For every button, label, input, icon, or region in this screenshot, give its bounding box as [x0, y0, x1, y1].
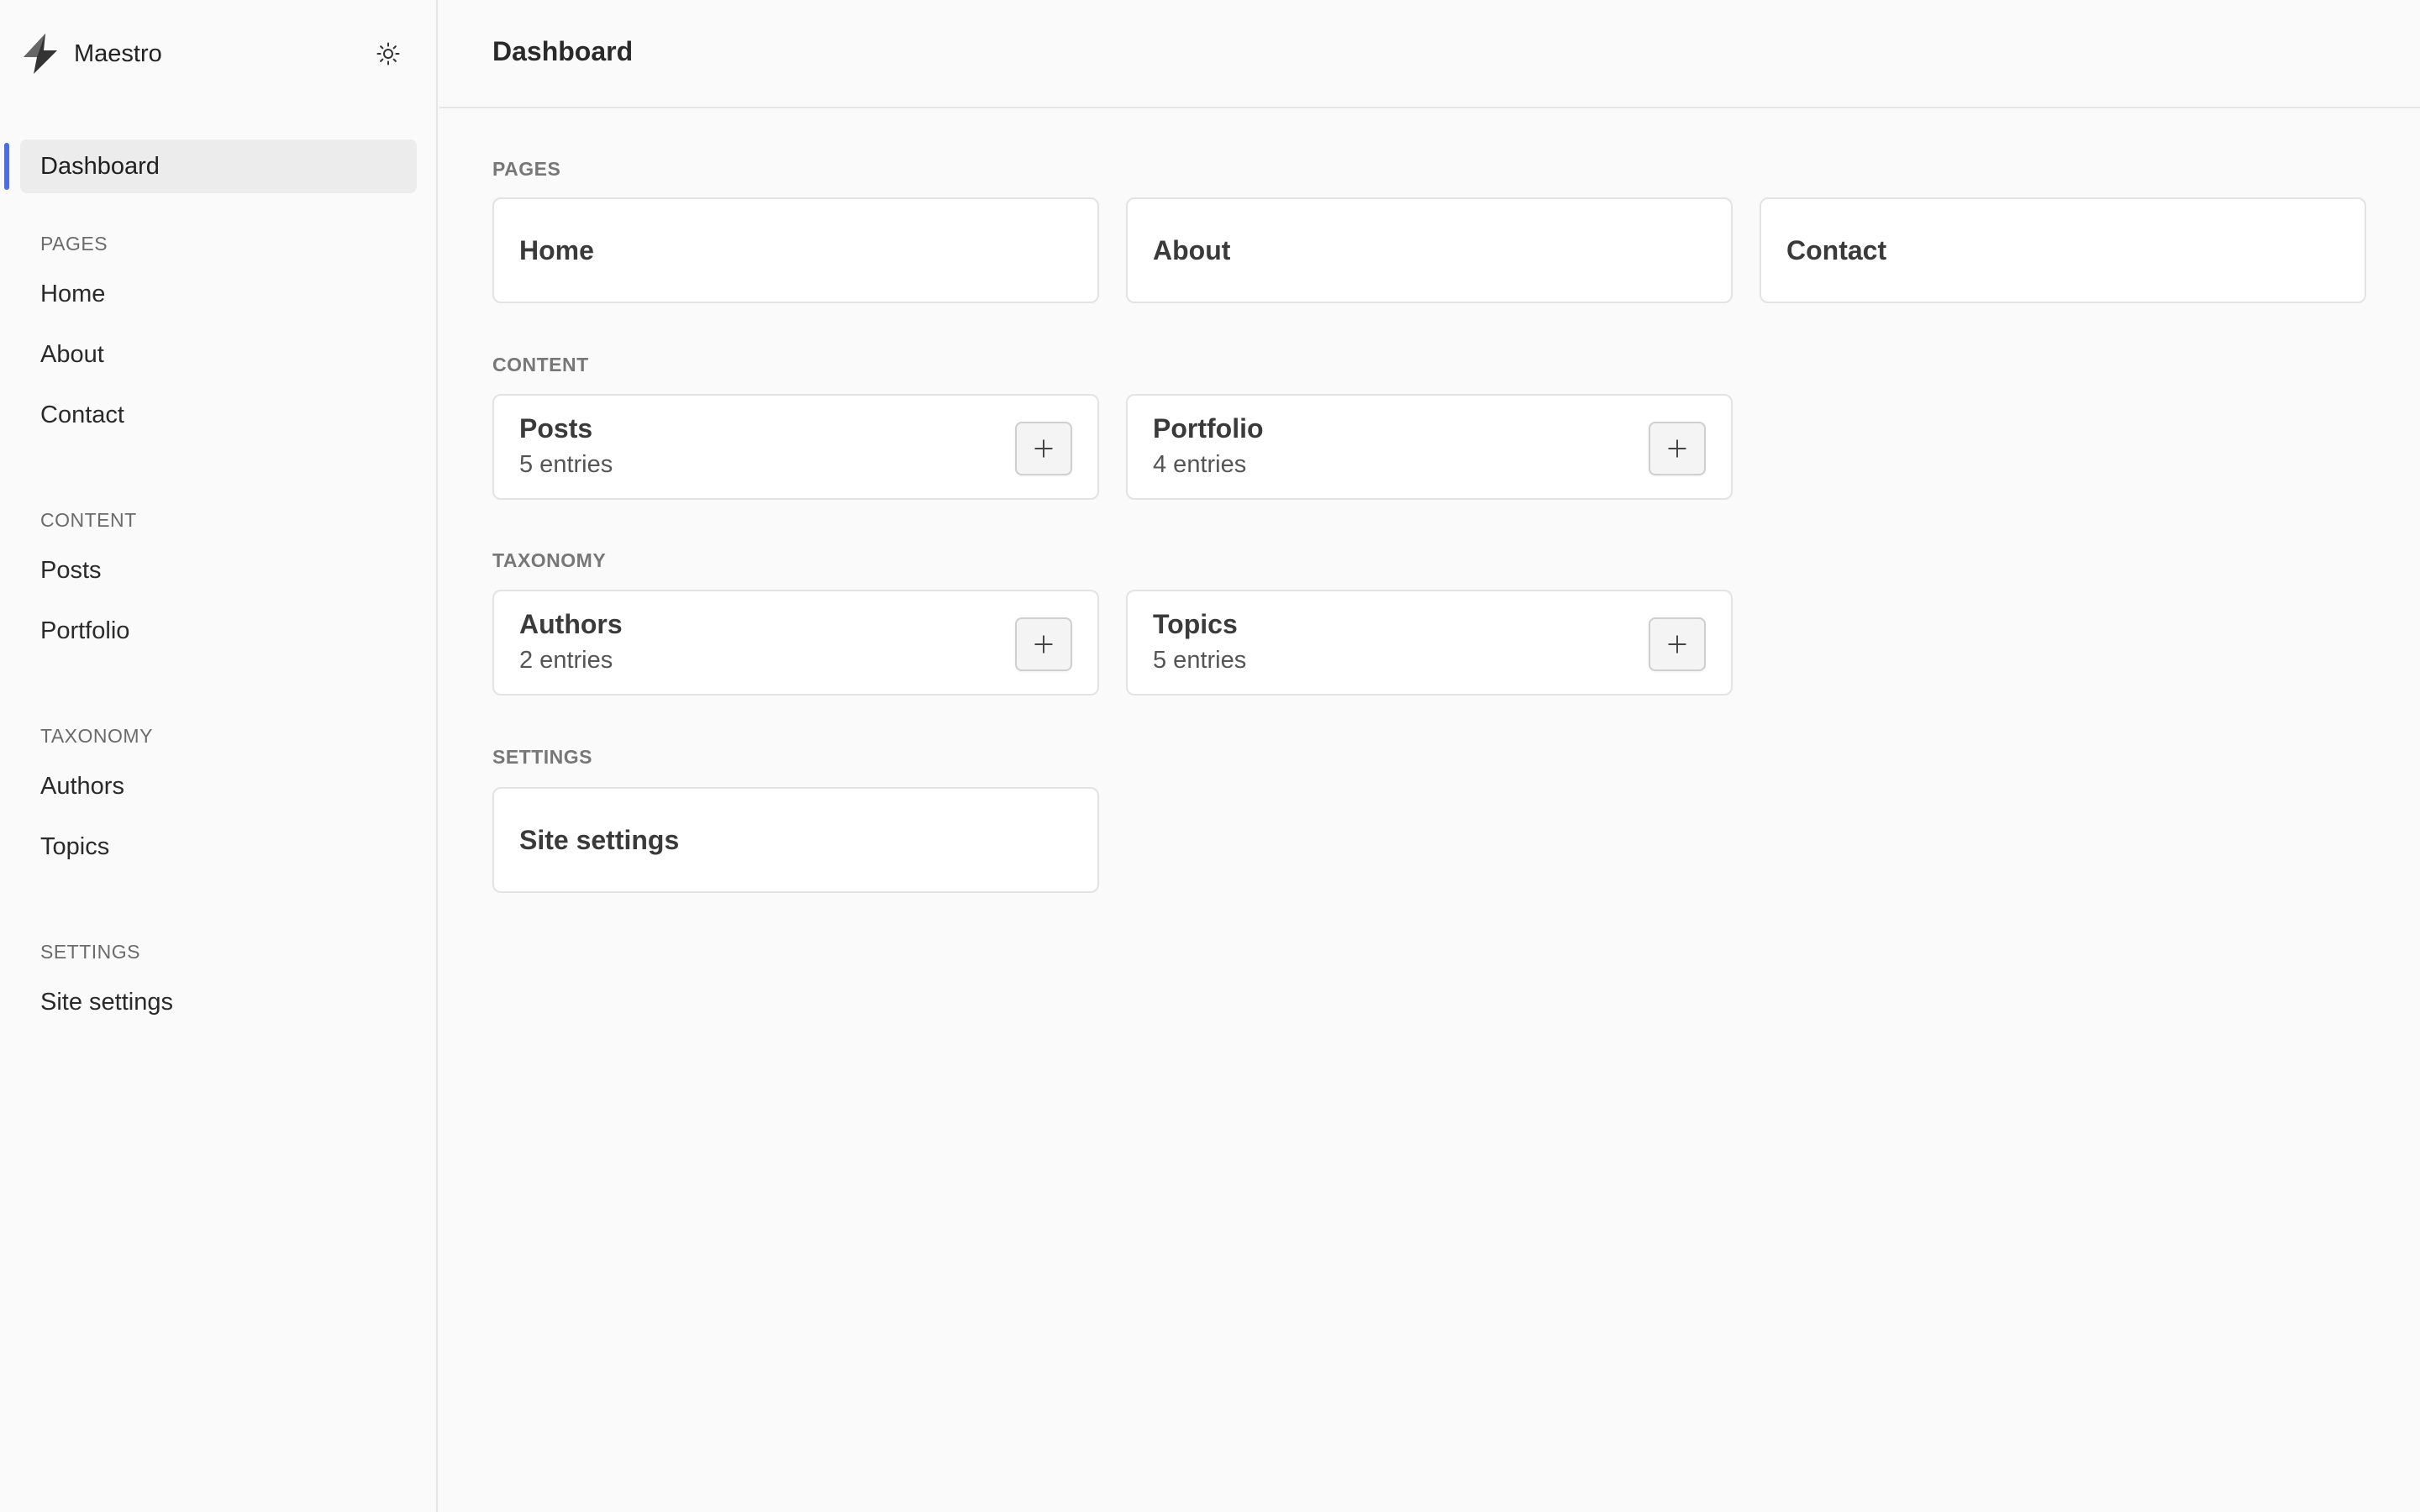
- sidebar-section-content: CONTENT: [40, 509, 137, 531]
- section-label-settings: SETTINGS: [492, 746, 593, 768]
- sidebar: Maestro Dashboard PAGES Home About Conta…: [0, 0, 438, 1512]
- brand[interactable]: Maestro: [20, 30, 162, 77]
- card-title: Home: [519, 235, 594, 265]
- page-header: Dashboard: [439, 0, 2420, 108]
- plus-icon: [1034, 635, 1053, 654]
- card-entry-count: 4 entries: [1153, 451, 1247, 478]
- section-label-content: CONTENT: [492, 354, 589, 375]
- card-topics[interactable]: Topics 5 entries: [1126, 590, 1733, 696]
- card-portfolio[interactable]: Portfolio 4 entries: [1126, 394, 1733, 500]
- lightning-logo-icon: [24, 34, 57, 74]
- sidebar-item-dashboard[interactable]: Dashboard: [20, 139, 417, 193]
- card-posts[interactable]: Posts 5 entries: [492, 394, 1099, 500]
- card-title: Authors: [519, 609, 623, 639]
- sidebar-item-authors[interactable]: Authors: [40, 773, 124, 801]
- sidebar-section-taxonomy: TAXONOMY: [40, 725, 153, 747]
- plus-icon: [1034, 439, 1053, 458]
- add-topic-button[interactable]: [1649, 617, 1706, 671]
- card-authors[interactable]: Authors 2 entries: [492, 590, 1099, 696]
- section-label-pages: PAGES: [492, 158, 561, 180]
- card-title: Contact: [1786, 235, 1887, 265]
- sidebar-item-topics[interactable]: Topics: [40, 833, 109, 861]
- app-name: Maestro: [74, 39, 162, 67]
- card-title: Site settings: [519, 825, 680, 855]
- sun-icon: [376, 42, 400, 66]
- card-contact[interactable]: Contact: [1760, 197, 2366, 303]
- sidebar-item-site-settings[interactable]: Site settings: [40, 989, 173, 1016]
- card-title: About: [1153, 235, 1231, 265]
- add-author-button[interactable]: [1015, 617, 1072, 671]
- add-portfolio-button[interactable]: [1649, 422, 1706, 475]
- card-entry-count: 5 entries: [519, 451, 613, 478]
- plus-icon: [1668, 635, 1686, 654]
- card-home[interactable]: Home: [492, 197, 1099, 303]
- sidebar-item-about[interactable]: About: [40, 341, 104, 369]
- plus-icon: [1668, 439, 1686, 458]
- card-title: Portfolio: [1153, 413, 1264, 444]
- active-nav-indicator: [4, 143, 9, 190]
- card-title: Topics: [1153, 609, 1238, 639]
- card-title: Posts: [519, 413, 593, 444]
- card-entry-count: 5 entries: [1153, 647, 1247, 674]
- sidebar-section-settings: SETTINGS: [40, 941, 141, 963]
- sidebar-item-contact[interactable]: Contact: [40, 402, 124, 429]
- theme-toggle-button[interactable]: [370, 37, 407, 71]
- sidebar-section-pages: PAGES: [40, 233, 108, 255]
- card-entry-count: 2 entries: [519, 647, 613, 674]
- page-title: Dashboard: [492, 36, 634, 66]
- add-post-button[interactable]: [1015, 422, 1072, 475]
- sidebar-item-portfolio[interactable]: Portfolio: [40, 617, 129, 645]
- section-label-taxonomy: TAXONOMY: [492, 549, 607, 571]
- card-site-settings[interactable]: Site settings: [492, 787, 1099, 893]
- sidebar-item-posts[interactable]: Posts: [40, 557, 102, 585]
- sidebar-item-home[interactable]: Home: [40, 281, 105, 308]
- card-about[interactable]: About: [1126, 197, 1733, 303]
